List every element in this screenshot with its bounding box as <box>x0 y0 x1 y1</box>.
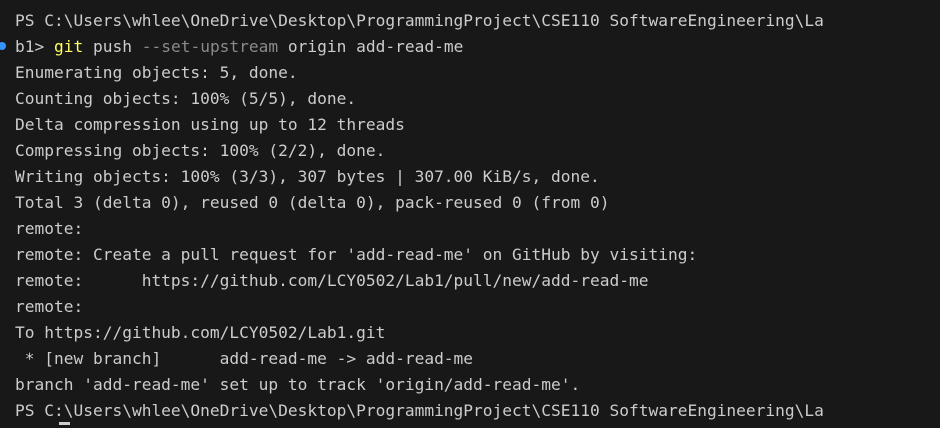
output-line: Writing objects: 100% (3/3), 307 bytes |… <box>15 167 600 186</box>
branch-output-line: * [new branch] add-read-me -> add-read-m… <box>15 349 474 368</box>
git-command: git <box>53 37 84 56</box>
repository-url-line[interactable]: To https://github.com/LCY0502/Lab1.git <box>0 320 940 346</box>
output-line: remote: <box>15 297 84 316</box>
final-prompt-line: PS C:\Users\whlee\OneDrive\Desktop\Progr… <box>15 401 824 420</box>
terminal-panel[interactable]: PS C:\Users\whlee\OneDrive\Desktop\Progr… <box>0 0 940 428</box>
terminal-cursor <box>59 422 70 425</box>
push-command: push <box>83 37 142 56</box>
output-line: Enumerating objects: 5, done. <box>15 63 298 82</box>
tracking-output-line: branch 'add-read-me' set up to track 'or… <box>15 375 581 394</box>
output-line: Delta compression using up to 12 threads <box>15 115 405 134</box>
prompt-line: PS C:\Users\whlee\OneDrive\Desktop\Progr… <box>15 11 824 30</box>
command-decoration-icon[interactable] <box>0 42 6 50</box>
output-line: Total 3 (delta 0), reused 0 (delta 0), p… <box>15 193 610 212</box>
output-line: Compressing objects: 100% (2/2), done. <box>15 141 386 160</box>
output-line: remote: Create a pull request for 'add-r… <box>15 245 698 264</box>
output-line: Counting objects: 100% (5/5), done. <box>15 89 357 108</box>
command-arguments: origin add-read-me <box>278 37 464 56</box>
command-line: b1> git push --set-upstream origin add-r… <box>0 34 940 60</box>
prompt-suffix: b1> <box>15 37 54 56</box>
pull-request-link-line[interactable]: remote: https://github.com/LCY0502/Lab1/… <box>0 268 940 294</box>
set-upstream-flag: --set-upstream <box>141 37 279 56</box>
output-line: remote: <box>15 219 84 238</box>
